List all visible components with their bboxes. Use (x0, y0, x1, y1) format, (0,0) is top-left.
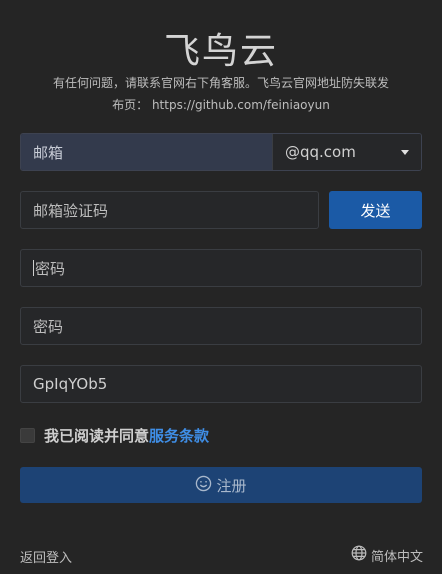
email-input-group: 邮箱 @qq.com (20, 133, 422, 171)
agreement-label: 我已阅读并同意 (44, 426, 150, 445)
password-placeholder: 密码 (35, 259, 66, 278)
invite-code-input[interactable]: GpIqYOb5 (20, 365, 422, 403)
confirm-password-input[interactable]: 密码 (20, 307, 422, 345)
notice-line-1: 有任何问题，请联系官网右下角客服。飞鸟云官网地址防失联发 (52, 76, 389, 90)
caret-down-icon (401, 149, 409, 155)
agreement-row: 我已阅读并同意服务条款 (20, 423, 209, 447)
register-page: 飞鸟云 有任何问题，请联系官网右下角客服。飞鸟云官网地址防失联发 布页： htt… (0, 0, 442, 574)
email-suffix-select[interactable]: @qq.com (272, 134, 421, 170)
back-to-login-link[interactable]: 返回登入 (20, 547, 72, 566)
language-label: 简体中文 (370, 549, 423, 565)
register-button[interactable]: 注册 (20, 467, 422, 503)
smiley-icon (195, 475, 212, 496)
globe-icon (351, 545, 367, 565)
email-suffix-value: @qq.com (285, 143, 356, 161)
terms-link[interactable]: 服务条款 (149, 427, 209, 445)
text-cursor (33, 260, 34, 276)
language-switcher[interactable]: 简体中文 (351, 545, 423, 565)
send-code-button[interactable]: 发送 (329, 191, 422, 229)
app-title: 飞鸟云 (163, 31, 278, 72)
email-input[interactable]: 邮箱 (21, 134, 272, 170)
password-input[interactable]: 密码 (20, 249, 422, 287)
agreement-checkbox[interactable] (20, 427, 35, 443)
verification-code-input[interactable]: 邮箱验证码 (20, 191, 319, 229)
notice-line-2: 布页： https://github.com/feiniaoyun (112, 98, 330, 112)
notice-text: 有任何问题，请联系官网右下角客服。飞鸟云官网地址防失联发 布页： https:/… (14, 72, 428, 116)
register-label: 注册 (216, 476, 247, 495)
